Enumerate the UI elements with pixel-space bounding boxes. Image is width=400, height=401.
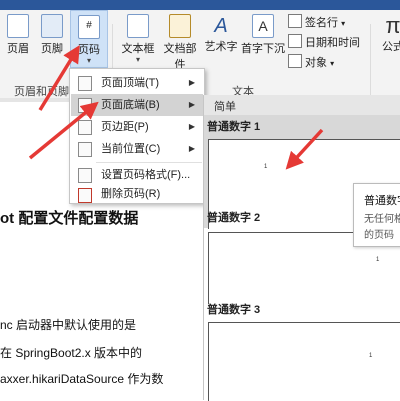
document-line: axxer.hikariDataSource 作为数 [0, 372, 164, 386]
footer-button[interactable]: 页脚 [36, 14, 68, 56]
formula-label: 公式 [382, 41, 400, 53]
menu-item-remove-page-numbers[interactable]: 删除页码(R) [71, 186, 203, 203]
signature-line-button[interactable]: 签名行 ▾ [288, 14, 345, 30]
gallery-header: 简单 [204, 95, 400, 115]
format-page-number-icon [78, 168, 92, 183]
page-number-label: 页码 [78, 44, 100, 56]
tooltip-title: 普通数字 [364, 195, 400, 207]
page-top-icon [78, 76, 92, 91]
page-number-icon: # [78, 15, 100, 39]
gallery-tooltip: 普通数字 无任何格 的页码 [353, 183, 400, 247]
delete-page-number-icon [78, 188, 92, 203]
menu-item-page-top[interactable]: 页面顶端(T) ▶ [71, 72, 203, 94]
gallery-item-title: 普通数字 3 [207, 304, 261, 316]
chevron-down-icon: ▾ [341, 19, 346, 28]
wordart-label: 艺术字 [204, 41, 238, 53]
doc-parts-button[interactable]: 文档部件 [160, 14, 200, 72]
ribbon-title-strip [0, 0, 400, 10]
gallery-item-plain-number-3[interactable]: 普通数字 3 1 [204, 298, 400, 401]
tooltip-text: 无任何格 [364, 214, 400, 225]
chevron-down-icon: ▾ [330, 59, 335, 68]
formula-button[interactable]: π 公式 [378, 14, 400, 54]
page-number-button[interactable]: # 页码 ▾ [70, 10, 108, 68]
object-button[interactable]: 对象 ▾ [288, 54, 334, 70]
textbox-label: 文本框 [121, 43, 155, 55]
chevron-right-icon: ▶ [188, 144, 195, 153]
wordart-icon: A [214, 15, 228, 37]
menu-item-label: 设置页码格式(F)... [101, 169, 191, 181]
footer-icon [41, 14, 63, 38]
preview-page-number: 1 [376, 257, 380, 263]
dropcap-button[interactable]: A 首字下沉 [240, 14, 286, 56]
pencil-icon [288, 14, 302, 28]
menu-item-label: 当前位置(C) [101, 143, 161, 155]
wordart-button[interactable]: A 艺术字 [204, 14, 238, 54]
object-label: 对象 [305, 57, 327, 69]
signature-label: 签名行 [305, 17, 338, 29]
datetime-label: 日期和时间 [305, 37, 360, 49]
footer-label: 页脚 [41, 43, 63, 55]
document-line: 在 SpringBoot2.x 版本中的 [0, 346, 143, 360]
menu-item-label: 页面底端(B) [101, 99, 160, 111]
textbox-button[interactable]: 文本框 ▾ [118, 14, 158, 64]
chevron-right-icon: ▶ [188, 122, 195, 131]
menu-item-label: 删除页码(R) [101, 188, 161, 200]
document-line: nc 启动器中默认使用的是 [0, 318, 137, 332]
header-footer-group-label: 页眉和页脚 [14, 86, 69, 98]
menu-item-label: 页面顶端(T) [101, 77, 160, 89]
page-number-menu: 页面顶端(T) ▶ 页面底端(B) ▶ 页边距(P) ▶ 当前位置(C) ▶ 设… [69, 68, 205, 204]
doc-parts-icon [169, 14, 191, 38]
preview-page-number: 1 [264, 164, 268, 170]
chevron-right-icon: ▶ [188, 100, 195, 109]
dropcap-label: 首字下沉 [241, 43, 285, 55]
chevron-down-icon: ▾ [135, 55, 140, 64]
ruler [0, 98, 70, 102]
header-button[interactable]: 页眉 [2, 14, 34, 56]
menu-item-current-position[interactable]: 当前位置(C) ▶ [71, 138, 203, 160]
header-icon [7, 14, 29, 38]
page-margin-icon [78, 120, 92, 135]
gallery-header-label: 简单 [214, 101, 236, 113]
current-position-icon [78, 142, 92, 157]
header-label: 页眉 [7, 43, 29, 55]
pi-icon: π [385, 13, 400, 38]
page-bottom-gallery: 简单 普通数字 1 1 普通数字 2 1 普通数字 3 1 [203, 95, 400, 401]
calendar-icon [288, 34, 302, 48]
preview-page-number: 1 [369, 353, 373, 359]
menu-divider [96, 162, 202, 163]
textbox-icon [127, 14, 149, 38]
gallery-preview: 1 [208, 322, 400, 401]
page-bottom-icon [78, 98, 92, 113]
menu-item-page-bottom[interactable]: 页面底端(B) ▶ [71, 94, 203, 116]
menu-item-format-page-numbers[interactable]: 设置页码格式(F)... [71, 164, 203, 186]
object-icon [288, 54, 302, 68]
tooltip-text: 的页码 [364, 230, 394, 241]
chevron-down-icon: ▾ [86, 56, 91, 65]
chevron-right-icon: ▶ [188, 78, 195, 87]
gallery-item-title: 普通数字 1 [207, 121, 261, 133]
group-divider [370, 24, 371, 98]
dropcap-icon: A [252, 14, 274, 38]
menu-item-label: 页边距(P) [101, 121, 149, 133]
document-heading: ot 配置文件配置数据 [0, 210, 139, 227]
menu-item-page-margins[interactable]: 页边距(P) ▶ [71, 116, 203, 138]
datetime-button[interactable]: 日期和时间 [288, 34, 360, 50]
